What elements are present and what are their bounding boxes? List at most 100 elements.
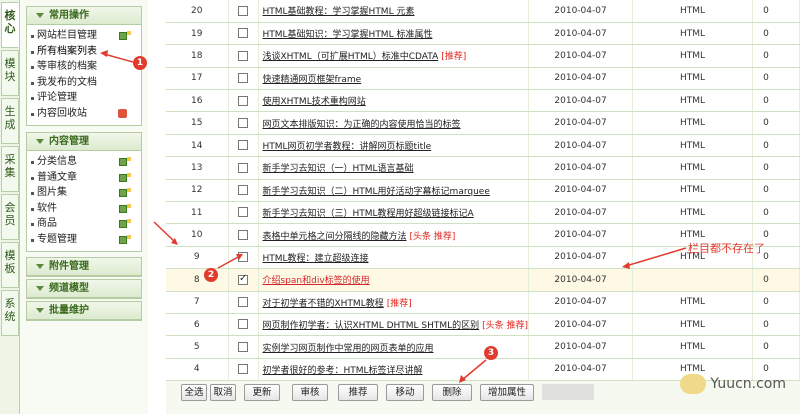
panel-header[interactable]: 频道模型 [27,280,141,298]
row-title-cell: 初学者很好的参考：HTML标签详尽讲解 [258,358,530,382]
update-button[interactable]: 更新 [244,384,280,401]
row-checkbox[interactable] [238,297,248,308]
row-title-link[interactable]: 使用XHTML技术重构网站 [263,97,366,107]
table-row[interactable]: 13 新手学习去知识（一）HTML语言基础 2010-04-07 HTML 0 [166,156,800,180]
sidebar-item-my-docs[interactable]: 我发布的文档 [27,75,141,91]
row-checkbox[interactable] [238,252,248,263]
table-row[interactable]: 7 对于初学者不错的XHTML教程 [推荐] 2010-04-07 HTML 0 [166,291,800,314]
row-checkbox[interactable] [238,207,248,218]
row-title-link[interactable]: 表格中单元格之间分隔线的隐藏方法 [263,232,407,242]
table-row[interactable]: 20 HTML基础教程：学习掌握HTML 元素 2010-04-07 HTML 0 [166,0,800,23]
row-checkbox[interactable] [238,95,248,106]
vtab-system[interactable]: 系统 [1,290,19,336]
row-checkbox[interactable] [238,364,248,375]
vtab-members[interactable]: 会员 [1,194,19,240]
recommend-button[interactable]: 推荐 [338,384,378,401]
vtab-collect[interactable]: 采集 [1,146,19,192]
row-title-link[interactable]: 实例学习网页制作中常用的网页表单的应用 [263,344,434,354]
add-icon[interactable] [119,203,131,213]
row-title-link[interactable]: 新手学习去知识（一）HTML语言基础 [263,164,414,174]
delete-icon[interactable] [118,108,127,118]
row-checkbox[interactable] [238,162,248,173]
row-checkbox[interactable] [238,341,248,352]
sidebar-item-label: 内容回收站 [37,107,87,119]
redacted-button [542,384,594,400]
sidebar-item-classified[interactable]: 分类信息 [27,154,141,170]
row-title-link[interactable]: 初学者很好的参考：HTML标签详尽讲解 [263,366,423,376]
panel-header[interactable]: 内容管理 [27,133,141,151]
move-button[interactable]: 移动 [386,384,424,401]
row-checkbox[interactable] [238,229,248,240]
row-title-link[interactable]: 网页文本排版知识：为正确的内容使用恰当的标签 [263,120,461,130]
add-attribute-button[interactable]: 增加属性 [480,384,534,401]
table-row[interactable]: 6 网页制作初学者：认识XHTML DHTML SHTML的区别 [头条 推荐] 20… [166,313,800,337]
sidebar-item-topics[interactable]: 专题管理 [27,232,141,248]
add-icon[interactable] [119,234,131,244]
sidebar-item-products[interactable]: 商品 [27,216,141,232]
table-row[interactable]: 17 快速精通网页框架frame 2010-04-07 HTML 0 [166,67,800,91]
row-title-link[interactable]: HTML网页初学者教程：讲解网页标题title [263,142,432,152]
row-date: 2010-04-07 [528,44,634,68]
row-title-link[interactable]: HTML教程：建立超级连接 [263,254,369,264]
add-icon[interactable] [119,219,131,228]
sidebar-item-label: 专题管理 [37,233,77,245]
row-title-link[interactable]: HTML基础教程：学习掌握HTML 元素 [263,7,415,17]
review-button[interactable]: 审核 [292,384,328,401]
archive-list: 20 HTML基础教程：学习掌握HTML 元素 2010-04-07 HTML 0 19 H… [166,0,800,414]
panel-header[interactable]: 附件管理 [27,258,141,276]
table-row[interactable]: 11 新手学习去知识（三）HTML教程用好超级链接标记A 2010-04-07 HTM… [166,201,800,225]
sidebar-item-images[interactable]: 图片集 [27,185,141,201]
row-title-link[interactable]: 对于初学者不错的XHTML教程 [263,299,384,309]
sidebar-item-pending[interactable]: 等审核的档案 [27,59,141,75]
sidebar-item-recycle-bin[interactable]: 内容回收站 [27,106,141,122]
add-icon[interactable] [119,172,131,182]
sidebar-item-comments[interactable]: 评论管理 [27,90,141,106]
table-row[interactable]: 16 使用XHTML技术重构网站 2010-04-07 HTML 0 [166,89,800,113]
sidebar-item-label: 普通文章 [37,171,77,183]
vtab-templates[interactable]: 模板 [1,242,19,288]
row-title-link[interactable]: 网页制作初学者：认识XHTML DHTML SHTML的区别 [263,321,480,331]
row-checkbox[interactable] [238,50,248,61]
row-clicks: 0 [752,291,800,314]
bullet-icon [31,97,34,100]
row-title-link[interactable]: 新手学习去知识（二）HTML用好活动字幕标记marquee [263,187,490,197]
panel-attachments: 附件管理 [26,257,142,277]
row-checkbox[interactable] [238,73,248,84]
row-checkbox[interactable] [238,319,248,330]
row-title-link[interactable]: 新手学习去知识（三）HTML教程用好超级链接标记A [263,209,474,219]
add-icon[interactable] [119,157,131,166]
select-all-button[interactable]: 全选 [181,384,207,401]
row-title-link[interactable]: 快速精通网页框架frame [263,75,362,85]
table-row[interactable]: 8 介绍span和div标签的使用 2010-04-07 0 [166,268,800,292]
add-icon[interactable] [119,188,131,197]
row-checkbox[interactable] [238,5,248,16]
cancel-button[interactable]: 取消 [210,384,236,401]
add-icon[interactable] [119,31,131,40]
table-row[interactable]: 18 浅谈XHTML（可扩展HTML）标准中CDATA [推荐] 2010-04-07… [166,44,800,68]
row-title-link[interactable]: 浅谈XHTML（可扩展HTML）标准中CDATA [263,52,439,62]
row-checkbox-cell [228,111,259,135]
sidebar-item-software[interactable]: 软件 [27,201,141,217]
table-row[interactable]: 12 新手学习去知识（二）HTML用好活动字幕标记marquee 2010-04-0… [166,179,800,203]
delete-button[interactable]: 删除 [432,384,472,401]
table-row[interactable]: 14 HTML网页初学者教程：讲解网页标题title 2010-04-07 HTML 0 [166,134,800,158]
row-id: 4 [166,358,229,382]
panel-header[interactable]: 常用操作 [27,7,141,25]
row-checkbox[interactable] [238,185,248,196]
row-checkbox[interactable] [238,273,248,285]
table-row[interactable]: 5 实例学习网页制作中常用的网页表单的应用 2010-04-07 HTML 0 [166,335,800,359]
sidebar-item-column-manage[interactable]: 网站栏目管理 [27,28,141,44]
vtab-core[interactable]: 核心 [1,2,19,48]
row-checkbox[interactable] [238,117,248,128]
row-checkbox[interactable] [238,140,248,151]
table-row[interactable]: 15 网页文本排版知识：为正确的内容使用恰当的标签 2010-04-07 HTML 0 [166,111,800,135]
sidebar-item-all-archives[interactable]: 所有档案列表 [27,44,141,60]
sidebar-item-articles[interactable]: 普通文章 [27,170,141,186]
vtab-generate[interactable]: 生成 [1,98,19,144]
row-title-link[interactable]: HTML基础知识：学习掌握HTML 标准属性 [263,30,433,40]
row-title-link[interactable]: 介绍span和div标签的使用 [263,276,370,286]
panel-header[interactable]: 批量维护 [27,302,141,320]
row-checkbox[interactable] [238,28,248,39]
vtab-modules[interactable]: 模块 [1,50,19,96]
table-row[interactable]: 19 HTML基础知识：学习掌握HTML 标准属性 2010-04-07 HTML 0 [166,22,800,46]
